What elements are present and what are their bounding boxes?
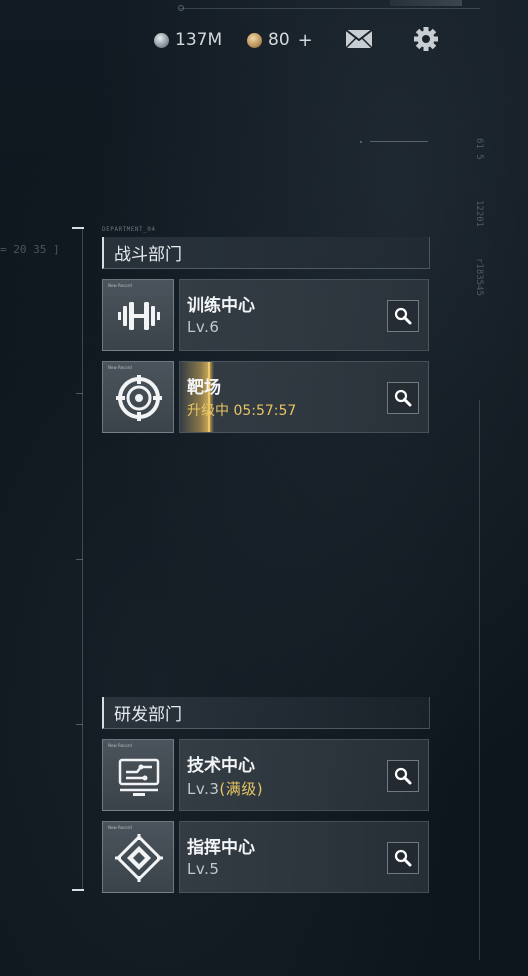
mail-button[interactable] [345, 29, 373, 49]
gold-coin-icon [247, 32, 262, 48]
left-frame-top-tick [72, 227, 84, 229]
facility-info: 指挥中心 Lv.5 [179, 821, 429, 893]
inspect-button[interactable] [387, 842, 419, 874]
inspect-button[interactable] [387, 300, 419, 332]
inspect-button[interactable] [387, 760, 419, 792]
facility-mini-label: New Record [108, 825, 132, 830]
search-icon [394, 849, 412, 867]
facility-level: Lv.3 [187, 780, 220, 798]
resource-bar: 137M 80 + [0, 0, 528, 80]
facility-mini-label: New Record [108, 365, 132, 370]
facility-mini-label: New Record [108, 743, 132, 748]
facility-name: 指挥中心 [187, 838, 255, 858]
facility-icon-frame: New Record [102, 279, 174, 351]
search-icon [394, 307, 412, 325]
right-side-code: 61 5 [474, 138, 484, 160]
facility-mini-label: New Record [108, 283, 132, 288]
facility-name: 训练中心 [187, 296, 255, 316]
facility-card-range[interactable]: New Record 靶场 升级中 05:57:57 [102, 361, 429, 433]
left-frame-mid-tick [76, 724, 83, 725]
facility-level: Lv.5 [187, 860, 220, 878]
facility-name: 靶场 [187, 378, 221, 398]
facility-info: 技术中心 Lv.3(满级) [179, 739, 429, 811]
gold-amount: 80 [268, 30, 290, 50]
department-title-research: 研发部门 [102, 697, 430, 729]
search-icon [394, 389, 412, 407]
search-icon [394, 767, 412, 785]
facility-icon-frame: New Record [102, 361, 174, 433]
facility-icon-frame: New Record [102, 739, 174, 811]
gold-resource[interactable]: 80 + [247, 28, 313, 52]
right-accent-dot [360, 141, 362, 143]
facility-level-wrap: Lv.3(满级) [187, 778, 263, 799]
department-title-combat: 战斗部门 [102, 237, 430, 269]
silver-amount: 137M [175, 30, 223, 50]
mail-icon [345, 29, 373, 49]
gear-icon [414, 27, 438, 51]
facility-card-tech[interactable]: New Record 技术中心 Lv.3(满级) [102, 739, 429, 811]
facility-info: 训练中心 Lv.6 [179, 279, 429, 351]
left-frame-mid-tick [76, 393, 83, 394]
top-strip-decoration [390, 0, 462, 6]
facility-info: 靶场 升级中 05:57:57 [179, 361, 429, 433]
upgrade-timer: 升级中 05:57:57 [187, 403, 297, 419]
facility-card-training[interactable]: New Record 训练中心 Lv.6 [102, 279, 429, 351]
right-side-code-3: r183545 [474, 258, 484, 296]
top-divider-node [178, 5, 184, 11]
facility-level: Lv.6 [187, 318, 220, 336]
right-accent-line [370, 141, 428, 142]
right-side-code-2: 12201 [474, 200, 484, 228]
silver-coin-icon [154, 32, 169, 48]
inspect-button[interactable] [387, 382, 419, 414]
department-tag: DEPARTMENT_04 [102, 226, 156, 233]
silver-resource: 137M [154, 28, 222, 52]
command-emblem-icon [115, 834, 163, 882]
add-gold-button[interactable]: + [298, 30, 313, 51]
facility-card-command[interactable]: New Record 指挥中心 Lv.5 [102, 821, 429, 893]
settings-button[interactable] [413, 26, 439, 52]
tech-circuit-icon [118, 758, 160, 796]
max-level-note: (满级) [219, 780, 264, 798]
left-frame-bottom-tick [72, 889, 84, 891]
left-side-code: = 20 35 ] [0, 243, 60, 256]
target-icon [116, 375, 162, 421]
right-frame-line [479, 400, 480, 960]
facility-name: 技术中心 [187, 756, 255, 776]
left-frame-mid-tick [76, 559, 83, 560]
top-divider [180, 8, 480, 9]
facility-icon-frame: New Record [102, 821, 174, 893]
dumbbell-icon [118, 302, 160, 330]
